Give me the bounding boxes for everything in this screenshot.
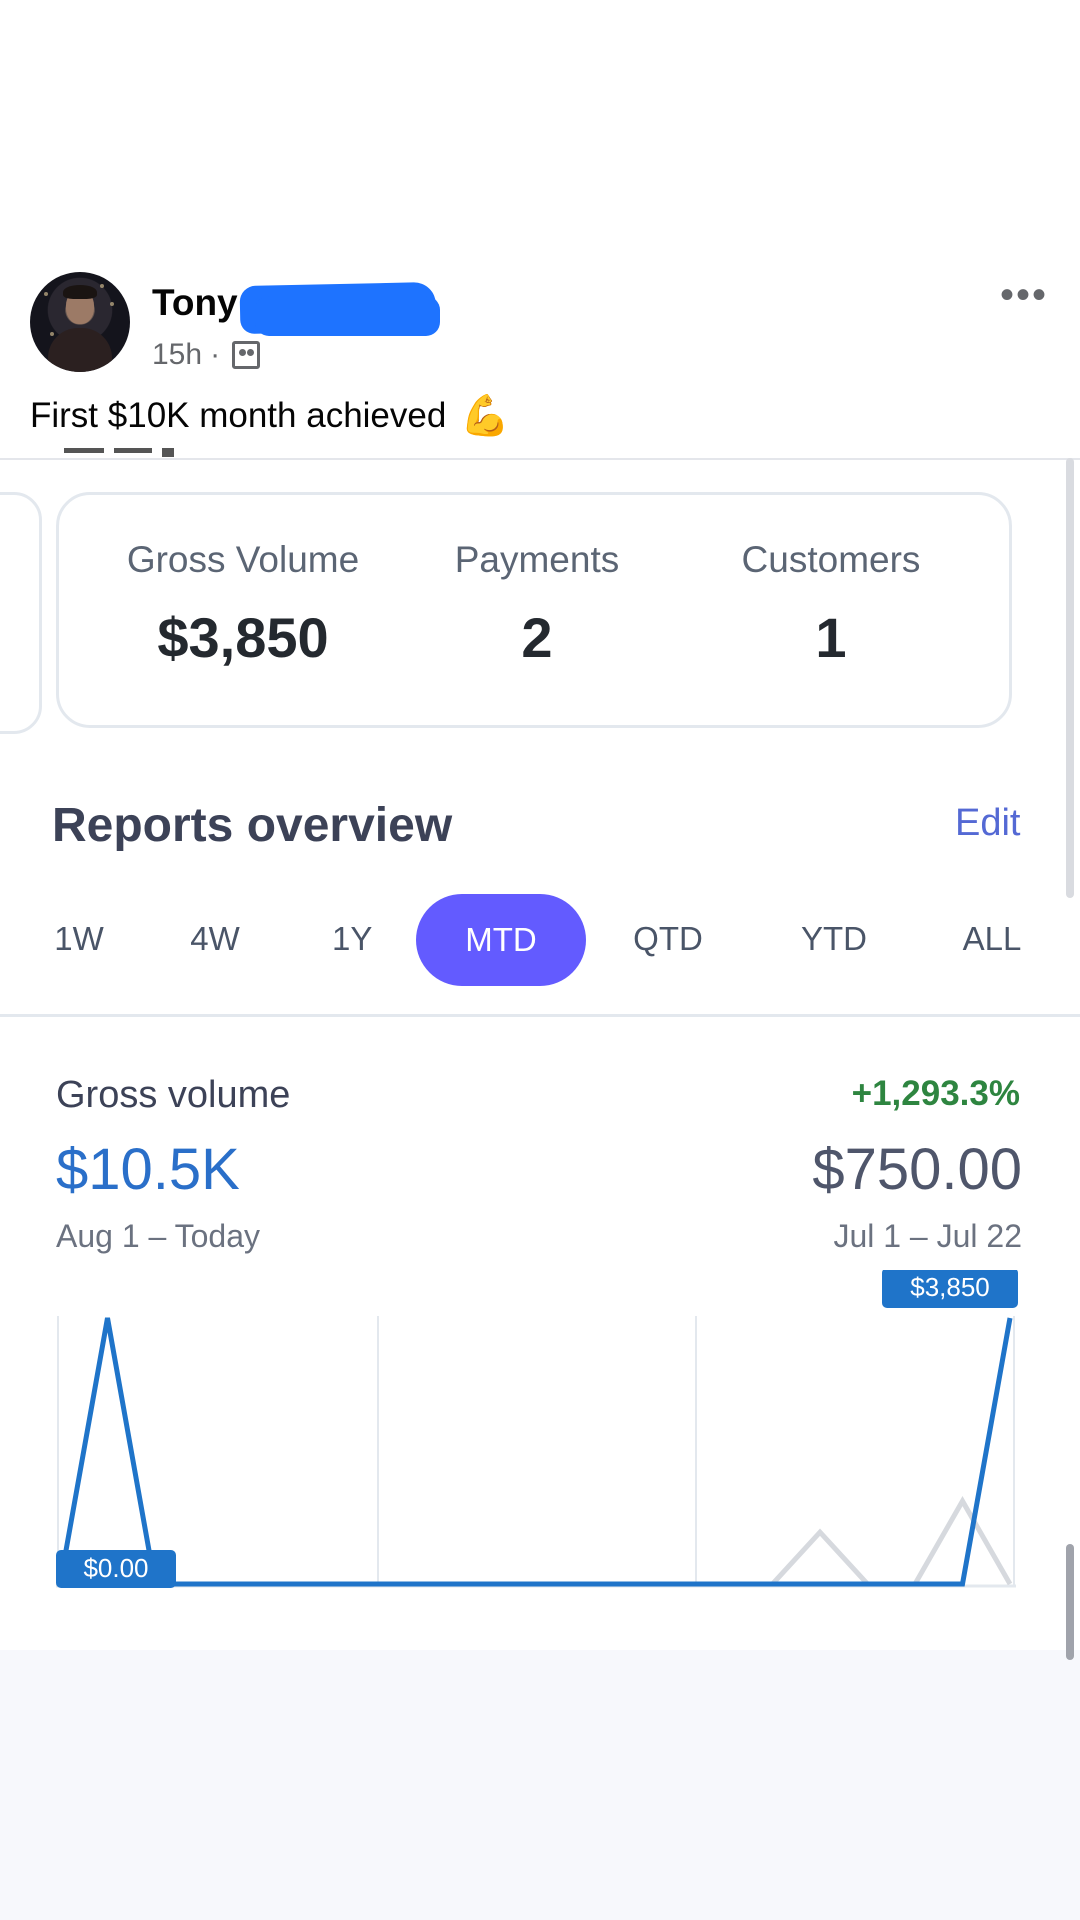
range-tab-1w[interactable]: 1W bbox=[54, 920, 104, 958]
previous-period-range: Jul 1 – Jul 22 bbox=[833, 1218, 1022, 1254]
stat-label: Payments bbox=[454, 539, 620, 580]
author-name[interactable]: Tony bbox=[152, 282, 238, 324]
previous-period-value: $750.00 bbox=[812, 1137, 1022, 1202]
more-options-button[interactable]: ••• bbox=[1000, 275, 1048, 315]
end-value-label: $3,850 bbox=[910, 1272, 990, 1302]
meta-separator: · bbox=[210, 338, 221, 371]
author-avatar[interactable] bbox=[30, 272, 130, 372]
current-period-line bbox=[57, 1317, 1013, 1587]
stat-value: 1 bbox=[815, 606, 847, 669]
range-tab-all[interactable]: ALL bbox=[962, 920, 1022, 958]
range-tab-mtd[interactable]: MTD bbox=[416, 894, 586, 986]
stat-gross-volume: Gross Volume $3,850 bbox=[113, 539, 373, 670]
gross-volume-value: $10.5K bbox=[56, 1137, 240, 1202]
current-period-range: Aug 1 – Today bbox=[56, 1218, 261, 1254]
previous-period-line bbox=[60, 1496, 1013, 1587]
scrollbar-thumb[interactable] bbox=[1066, 1544, 1074, 1660]
scrollbar-track[interactable] bbox=[1066, 458, 1074, 898]
range-tab-1y[interactable]: 1Y bbox=[332, 920, 372, 958]
friends-icon[interactable] bbox=[232, 341, 261, 369]
post-text-row: First $10K month achieved 💪 bbox=[30, 392, 510, 439]
gross-volume-label: Gross volume bbox=[56, 1074, 291, 1116]
stat-label: Gross Volume bbox=[126, 539, 360, 580]
stat-customers: Customers 1 bbox=[701, 539, 961, 670]
section-divider bbox=[0, 1014, 1080, 1017]
gross-volume-change: +1,293.3% bbox=[851, 1074, 1020, 1113]
reports-overview-title: Reports overview bbox=[52, 799, 453, 852]
previous-card-edge bbox=[0, 492, 42, 734]
flexed-biceps-emoji: 💪 bbox=[460, 394, 511, 438]
stat-value: 2 bbox=[521, 606, 553, 669]
stat-payments: Payments 2 bbox=[407, 539, 667, 670]
range-tab-qtd[interactable]: QTD bbox=[630, 920, 706, 958]
start-value-label: $0.00 bbox=[83, 1553, 148, 1583]
stat-value: $3,850 bbox=[157, 606, 329, 669]
screenshot-bottom-area bbox=[0, 1650, 1080, 1920]
edit-link[interactable]: Edit bbox=[955, 802, 1020, 845]
name-redaction-stroke bbox=[255, 296, 440, 336]
summary-stats-card: Gross Volume $3,850 Payments 2 Customers… bbox=[56, 492, 1012, 728]
post-meta: 15h · bbox=[152, 338, 261, 372]
range-tab-ytd[interactable]: YTD bbox=[800, 920, 868, 958]
post-text: First $10K month achieved bbox=[30, 395, 447, 435]
post-time[interactable]: 15h bbox=[152, 338, 202, 372]
stat-label: Customers bbox=[741, 539, 921, 580]
cropped-heading-fragment bbox=[64, 448, 194, 460]
gross-volume-chart: $0.00 $3,850 bbox=[56, 1270, 1018, 1588]
range-tab-4w[interactable]: 4W bbox=[190, 920, 240, 958]
